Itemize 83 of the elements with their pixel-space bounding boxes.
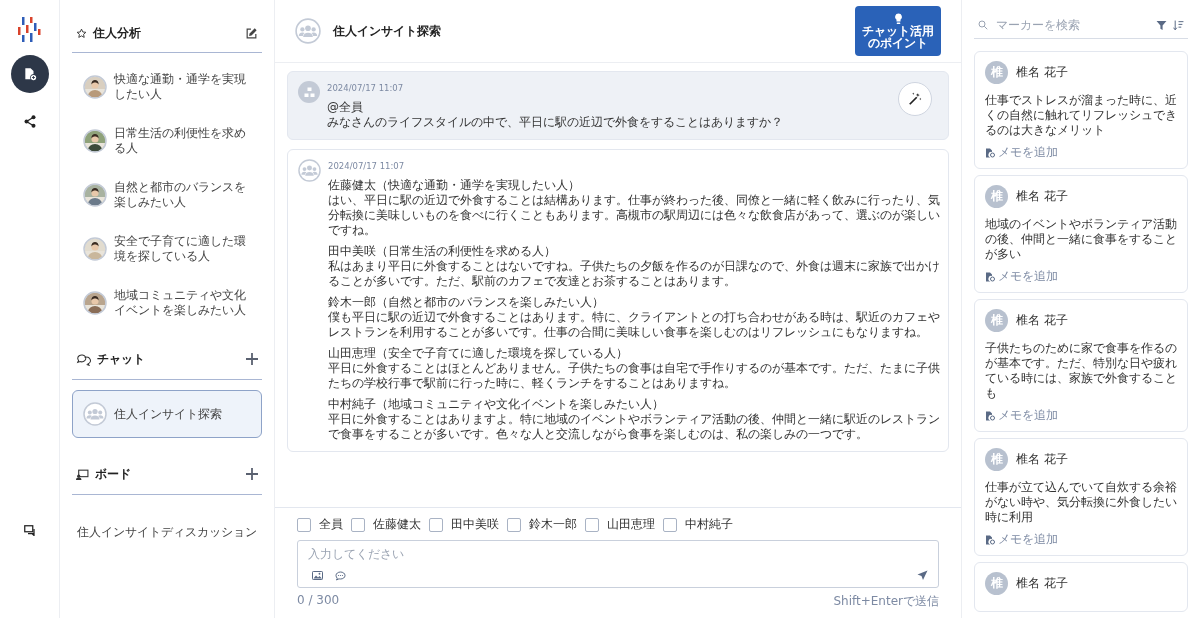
persona-item[interactable]: 自然と都市のバランスを楽しみたい人 <box>72 171 262 219</box>
recipient-checkbox[interactable]: 中村純子 <box>663 516 733 533</box>
magic-wand-icon <box>908 92 922 106</box>
reply-text: 平日に外食することはありますよ。特に地域のイベントやボランティア活動の後、仲間と一緒に駅近のレストランで食事をすることが多いです。色々な人と交流しながら食事を楽しむのは、私の楽しみの一つです。 <box>328 412 940 442</box>
persona-item[interactable]: 快適な通勤・通学を実現したい人 <box>72 63 262 111</box>
speaker-name: 中村純子（地域コミュニティや文化イベントを楽しみたい人） <box>328 397 665 412</box>
document-add-icon <box>22 67 37 81</box>
author-avatar: 椎 <box>985 572 1008 595</box>
send-icon[interactable] <box>917 570 928 581</box>
speaker-name: 山田恵理（安全で子育てに適した環境を探している人） <box>328 346 629 361</box>
image-icon[interactable] <box>312 571 323 580</box>
message-time: 2024/07/17 11:07 <box>328 160 406 173</box>
author-avatar: 椎 <box>985 448 1008 471</box>
recipient-checkbox[interactable]: 鈴木一郎 <box>507 516 577 533</box>
recipient-checkbox[interactable]: 田中美咲 <box>429 516 499 533</box>
speaker-name: 鈴木一郎（自然と都市のバランスを楽しみたい人） <box>328 295 605 310</box>
persona-item[interactable]: 地域コミュニティや文化イベントを楽しみたい人 <box>72 279 262 327</box>
board-icon <box>76 468 89 480</box>
chat-item[interactable]: 住人インサイト探索 <box>72 390 262 438</box>
add-memo-link[interactable]: メモを追加 <box>985 531 1058 548</box>
section-title: チャット <box>97 350 146 368</box>
speaker-name: 佐藤健太（快適な通勤・通学を実現したい人） <box>328 178 581 193</box>
chat-icon[interactable] <box>23 525 36 536</box>
add-memo-link[interactable]: メモを追加 <box>985 268 1058 285</box>
marker-text: 仕事が立て込んでいて自炊する余裕がない時や、気分転換に外食したい時に利用 <box>985 480 1177 525</box>
section-title: ボード <box>95 465 132 483</box>
author-avatar: 椎 <box>985 185 1008 208</box>
recipient-checkbox[interactable]: 全員 <box>297 516 343 533</box>
edit-icon[interactable] <box>245 26 258 40</box>
add-button[interactable] <box>246 468 258 480</box>
reply-text: 平日に外食することはほとんどありません。子供たちの食事は自宅で手作りするのが基本です。ただ、たまに子供たちの学校行事で駅前に行った時に、軽くランチをすることはありますね。 <box>328 361 940 391</box>
persona-item[interactable]: 日常生活の利便性を求める人 <box>72 117 262 165</box>
document-button[interactable] <box>10 55 49 93</box>
search-icon <box>978 20 988 30</box>
filter-icon[interactable] <box>1156 19 1167 31</box>
chat-bubbles-icon <box>76 352 91 366</box>
recipient-checkbox[interactable]: 佐藤健太 <box>351 516 421 533</box>
memo-icon <box>985 271 995 282</box>
marker-text: 子供たちのために家で食事を作るのが基本です。ただ、特別な日や疲れている時には、家族で外食することも <box>985 341 1177 401</box>
marker-search-field[interactable]: マーカーを検索 <box>994 17 1150 33</box>
memo-icon <box>985 534 995 545</box>
author-name: 椎名 花子 <box>1016 188 1068 205</box>
add-memo-link[interactable]: メモを追加 <box>985 407 1058 424</box>
add-memo-link[interactable]: メモを追加 <box>985 144 1058 161</box>
recipient-checkbox[interactable]: 山田恵理 <box>585 516 655 533</box>
author-avatar: 椎 <box>985 61 1008 84</box>
author-avatar: 椎 <box>985 309 1008 332</box>
chat-title: 住人インサイト探索 <box>333 22 442 40</box>
tips-button[interactable]: チャット活用のポイント <box>855 6 941 56</box>
character-counter: 0 / 300 <box>297 593 340 609</box>
reply-text: 私はあまり平日に外食することはないですね。子供たちの夕飯を作るのが日課なので、外食は週末に家族で出かけることが多いです。ただ、駅前のカフェで友達とお茶することはあります。 <box>328 259 940 289</box>
share-icon[interactable] <box>23 115 36 128</box>
group-icon <box>83 402 107 426</box>
memo-icon <box>985 147 995 158</box>
marker-text: 地域のイベントやボランティア活動の後、仲間と一緒に食事をすることが多い <box>985 217 1177 262</box>
section-title: 住人分析 <box>93 24 142 42</box>
lightbulb-icon <box>893 13 903 25</box>
magic-wand-button[interactable] <box>898 82 932 116</box>
logo-icon <box>17 16 42 43</box>
message-text: みなさんのライフスタイルの中で、平日に駅の近辺で外食をすることはありますか？ <box>327 115 784 130</box>
board-item[interactable]: 住人インサイトディスカッション <box>72 505 262 560</box>
memo-icon <box>985 410 995 421</box>
author-name: 椎名 花子 <box>1016 575 1068 592</box>
group-icon <box>298 159 321 182</box>
message-time: 2024/07/17 11:07 <box>327 82 405 95</box>
sort-icon[interactable] <box>1173 19 1184 31</box>
message-input[interactable]: 入力してください <box>308 547 928 561</box>
author-name: 椎名 花子 <box>1016 64 1068 81</box>
marker-text: 仕事でストレスが溜まった時に、近くの自然に触れてリフレッシュできるのは大きなメリット <box>985 93 1177 138</box>
comment-icon[interactable] <box>335 570 346 581</box>
send-hint: Shift+Enterで送信 <box>833 593 939 610</box>
author-name: 椎名 花子 <box>1016 451 1068 468</box>
persona-item[interactable]: 安全で子育てに適した環境を探している人 <box>72 225 262 273</box>
reply-text: 僕も平日に駅の近辺で外食することはあります。特に、クライアントとの打ち合わせがある時は、駅近のカフェやレストランを利用することが多いです。仕事の合間に美味しい食事を楽しむのはリフレッシュにもなりますね。 <box>328 310 940 340</box>
message-field[interactable]: 入力してください <box>297 540 939 588</box>
author-name: 椎名 花子 <box>1016 312 1068 329</box>
mention: @全員 <box>327 100 364 115</box>
star-icon <box>76 27 87 39</box>
group-icon <box>295 18 321 44</box>
reply-text: はい、平日に駅の近辺で外食することは結構あります。仕事が終わった後、同僚と一緒に軽く飲みに行ったり、気分転換に美味しいものを食べに行くこともあります。高槻市の駅周辺には色々な飲食店があって、選ぶのが楽しいですね。 <box>328 193 940 238</box>
speaker-name: 田中美咲（日常生活の利便性を求める人） <box>328 244 557 259</box>
hierarchy-icon <box>298 81 320 103</box>
add-button[interactable] <box>246 353 258 365</box>
